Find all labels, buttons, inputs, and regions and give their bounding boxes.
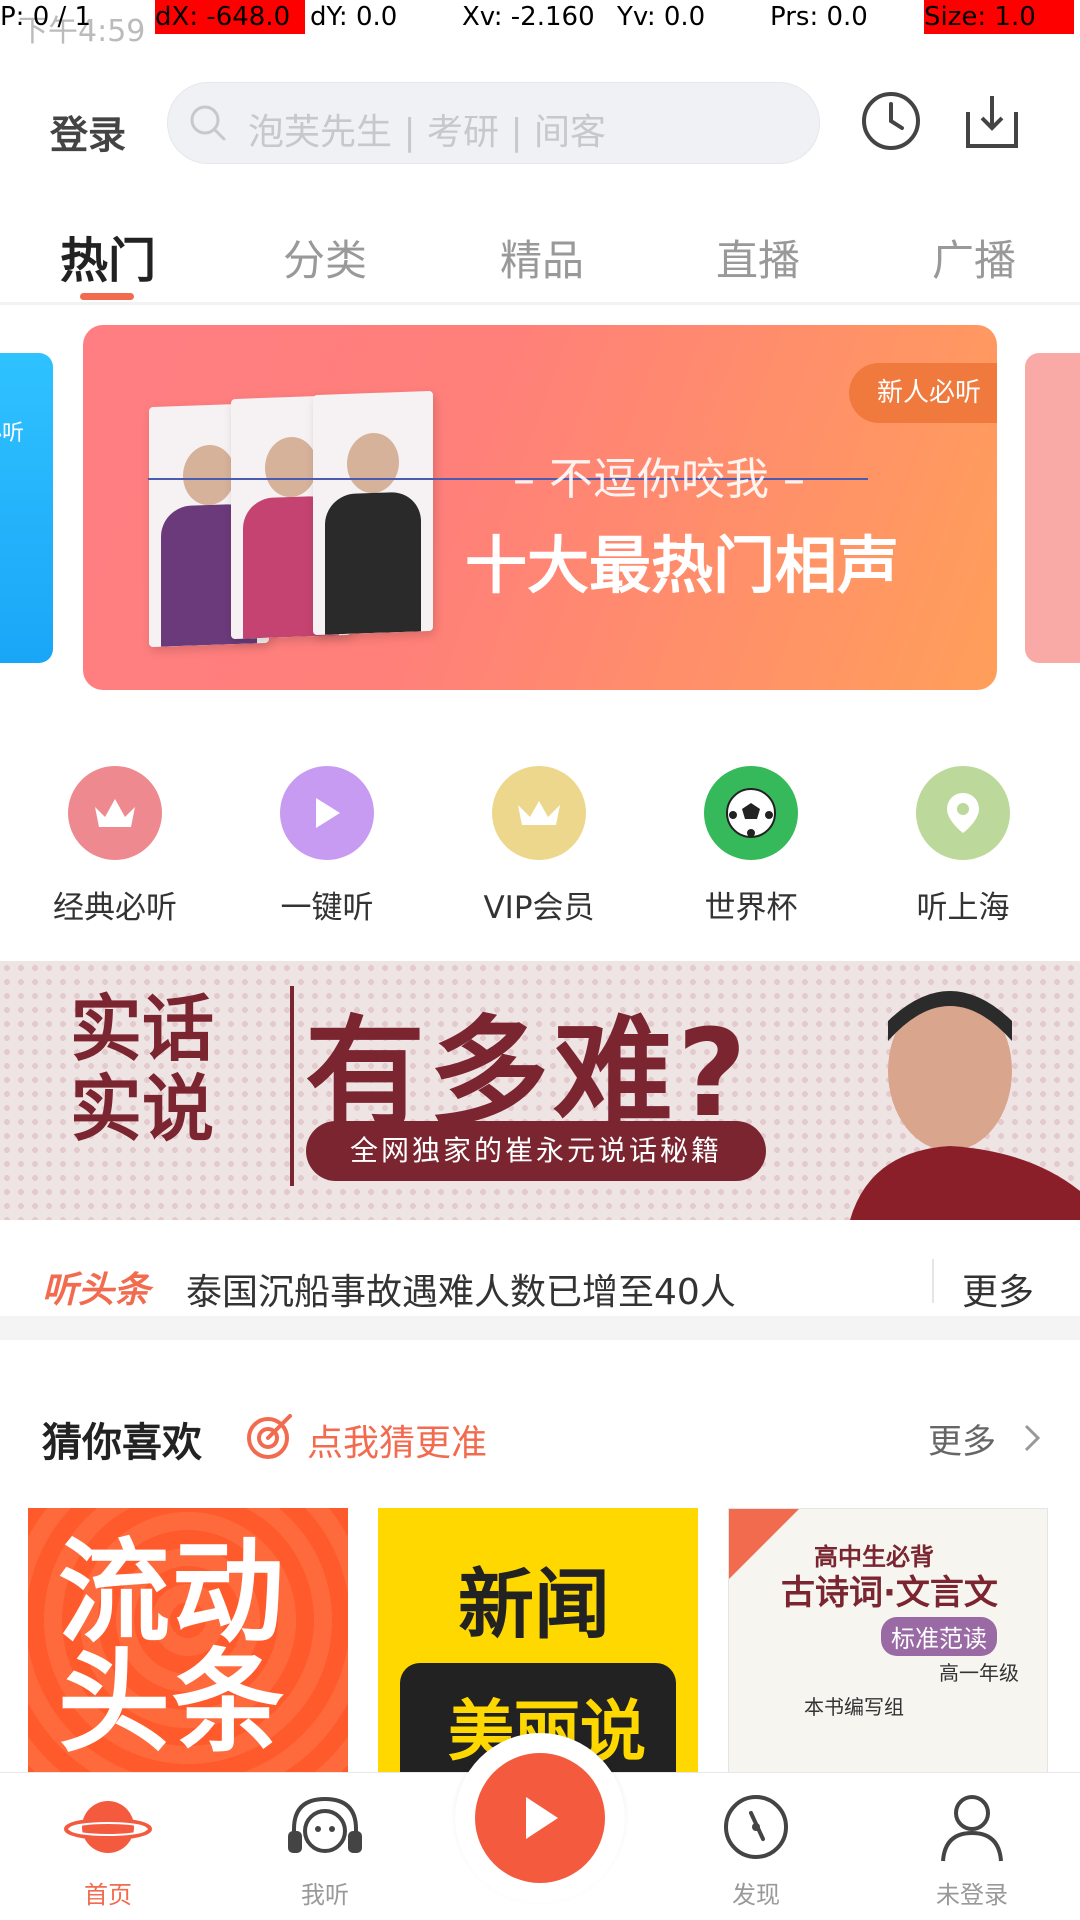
cover-line1: 流动 <box>58 1528 286 1658</box>
location-pin-icon <box>916 766 1010 860</box>
compass-icon <box>724 1795 788 1859</box>
quick-link-vip[interactable]: VIP会员 <box>439 766 639 927</box>
search-bar[interactable]: 泡芙先生 | 考研 | 间客 <box>167 82 820 164</box>
section-more-link[interactable]: 更多 <box>928 1414 996 1463</box>
player-button[interactable] <box>455 1733 625 1903</box>
nav-label: 我听 <box>301 1881 349 1909</box>
headline-tag: 听头条 <box>42 1270 151 1311</box>
promo-portrait <box>850 991 1080 1220</box>
quick-link-shanghai[interactable]: 听上海 <box>863 766 1063 927</box>
banner-tag: 新人必听 <box>849 363 997 423</box>
category-tabs: 热门 分类 精品 直播 广播 <box>0 215 1080 305</box>
cover-line5: 本书编写组 <box>804 1695 904 1719</box>
active-tab-indicator <box>80 293 134 300</box>
play-icon <box>475 1753 605 1883</box>
debug-prs: Prs: 0.0 <box>770 2 868 32</box>
quick-link-world-cup[interactable]: 世界杯 <box>651 766 851 927</box>
nav-label: 首页 <box>84 1881 132 1909</box>
nav-profile[interactable]: 未登录 <box>892 1791 1052 1910</box>
debug-dx: dX: -648.0 <box>155 0 305 34</box>
promo-divider <box>290 986 294 1186</box>
promo-left-line2: 实说 <box>70 1067 215 1151</box>
download-icon[interactable] <box>962 90 1022 152</box>
tab-radio[interactable]: 广播 <box>932 227 1016 288</box>
vip-crown-icon <box>492 766 586 860</box>
quick-link-one-tap[interactable]: 一键听 <box>227 766 427 927</box>
tab-hot[interactable]: 热门 <box>60 221 156 291</box>
quick-link-label: 世界杯 <box>704 890 798 926</box>
promo-left-line1: 实话 <box>70 987 215 1071</box>
chevron-right-icon[interactable] <box>1022 1422 1042 1454</box>
nav-discover[interactable]: 发现 <box>676 1791 836 1910</box>
login-button[interactable]: 登录 <box>50 104 126 159</box>
quick-link-classic[interactable]: 经典必听 <box>15 766 215 927</box>
banner-peek-left-text: 必听 <box>0 421 25 446</box>
banner-subtitle: – 不逗你咬我 – <box>513 454 805 505</box>
quick-link-label: 经典必听 <box>53 890 177 926</box>
banner-main[interactable]: 新人必听 – 不逗你咬我 – 十大最热门相声 <box>83 325 997 690</box>
nav-label: 发现 <box>732 1881 780 1909</box>
crown-icon <box>68 766 162 860</box>
banner-photo <box>313 390 433 636</box>
planet-home-icon <box>64 1801 152 1853</box>
play-icon <box>280 766 374 860</box>
quick-link-label: VIP会员 <box>483 890 595 926</box>
quick-links: 经典必听 一键听 VIP会员 世界杯 听上海 <box>0 766 1080 926</box>
bottom-navigation: 首页 我听 发现 未登录 <box>0 1733 1080 1920</box>
album-card[interactable]: 流动 头条 <box>28 1508 348 1788</box>
search-icon <box>190 105 226 141</box>
headline-divider <box>932 1259 934 1303</box>
headline-ticker[interactable]: 听头条 泰国沉船事故遇难人数已增至40人 更多 <box>0 1225 1080 1340</box>
search-placeholder: 泡芙先生 | 考研 | 间客 <box>248 112 607 153</box>
section-title: 猜你喜欢 <box>42 1420 202 1466</box>
promo-banner[interactable]: 实话 实说 有多难? 全网独家的崔永元说话秘籍 <box>0 961 1080 1220</box>
debug-pointer: P: 0 / 1 <box>0 2 92 32</box>
history-clock-icon[interactable] <box>860 90 922 152</box>
quick-link-label: 听上海 <box>916 890 1010 926</box>
promo-left-title: 实话 实说 <box>70 989 270 1149</box>
cover-line2: 头条 <box>58 1638 286 1768</box>
debug-size: Size: 1.0 <box>924 0 1074 34</box>
soccer-ball-icon <box>704 766 798 860</box>
cover-line4: 高一年级 <box>939 1661 1019 1685</box>
cover-line3: 标准范读 <box>881 1617 997 1656</box>
nav-my-listening[interactable]: 我听 <box>245 1791 405 1910</box>
nav-home[interactable]: 首页 <box>28 1791 188 1910</box>
banner-peek-right[interactable] <box>1025 353 1080 663</box>
tab-premium[interactable]: 精品 <box>500 227 584 288</box>
refine-recommendations-link[interactable]: 点我猜更准 <box>307 1414 487 1466</box>
headline-more-link[interactable]: 更多 <box>962 1263 1034 1315</box>
debug-xv: Xv: -2.160 <box>462 2 595 32</box>
cover-line1: 新闻 <box>458 1560 610 1649</box>
headphones-icon <box>288 1796 362 1853</box>
top-header: 登录 泡芙先生 | 考研 | 间客 <box>0 70 1080 180</box>
nav-label: 未登录 <box>936 1881 1008 1909</box>
debug-dy: dY: 0.0 <box>310 2 398 32</box>
banner-peek-left[interactable]: 必听 <box>0 353 53 663</box>
debug-yv: Yv: 0.0 <box>617 2 706 32</box>
banner-title: 十大最热门相声 <box>465 529 900 602</box>
tab-live[interactable]: 直播 <box>716 227 800 288</box>
cover-line2: 古诗词·文言文 <box>781 1573 998 1613</box>
promo-pill: 全网独家的崔永元说话秘籍 <box>306 1121 766 1181</box>
target-icon[interactable] <box>244 1410 296 1462</box>
user-profile-icon <box>941 1795 1003 1862</box>
album-cover-title: 流动 头条 <box>58 1528 286 1768</box>
quick-link-label: 一键听 <box>280 890 374 926</box>
album-card[interactable]: 高中生必背 古诗词·文言文 标准范读 高一年级 本书编写组 <box>728 1508 1048 1788</box>
headline-text[interactable]: 泰国沉船事故遇难人数已增至40人 <box>186 1263 736 1315</box>
banner-carousel[interactable]: 必听 新人必听 – 不逗你咬我 – 十大最热门相声 <box>0 325 1080 695</box>
tab-category[interactable]: 分类 <box>283 227 367 288</box>
